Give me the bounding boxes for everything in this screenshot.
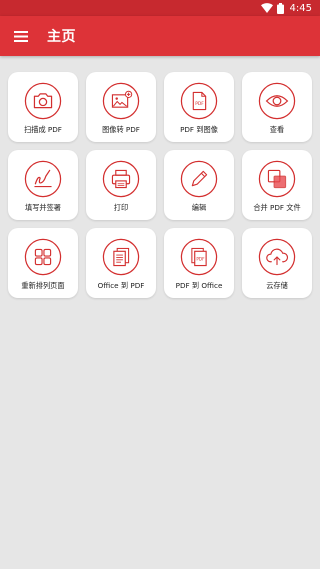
tile-pdf-to-office[interactable]: PDF PDF 到 Office [164, 228, 234, 298]
tile-image-to-pdf[interactable]: 图像转 PDF [86, 72, 156, 142]
tile-fill-and-sign[interactable]: 填写并签署 [8, 150, 78, 220]
hamburger-menu-icon[interactable] [11, 26, 31, 46]
document-icon [102, 238, 140, 276]
grid-icon [24, 238, 62, 276]
printer-icon [102, 160, 140, 198]
tile-label: 合并 PDF 文件 [253, 203, 301, 212]
tile-label: Office 到 PDF [97, 281, 145, 290]
camera-icon [24, 82, 62, 120]
tile-office-to-pdf[interactable]: Office 到 PDF [86, 228, 156, 298]
tile-scan-to-pdf[interactable]: 扫描成 PDF [8, 72, 78, 142]
svg-text:PDF: PDF [196, 256, 205, 261]
tile-label: PDF 到图像 [180, 125, 218, 134]
tile-merge-pdf[interactable]: 合并 PDF 文件 [242, 150, 312, 220]
cloud-upload-icon [258, 238, 296, 276]
tile-label: 图像转 PDF [102, 125, 140, 134]
pdf-stack-icon: PDF [180, 238, 218, 276]
pdf-file-icon: PDF [180, 82, 218, 120]
status-time: 4:45 [289, 2, 312, 14]
tile-view[interactable]: 查看 [242, 72, 312, 142]
tile-print[interactable]: 打印 [86, 150, 156, 220]
svg-text:PDF: PDF [195, 101, 204, 107]
merge-icon [258, 160, 296, 198]
image-add-icon [102, 82, 140, 120]
tile-label: 扫描成 PDF [24, 125, 62, 134]
tile-label: 云存储 [266, 281, 288, 290]
tile-edit[interactable]: 编辑 [164, 150, 234, 220]
tile-reorder-pages[interactable]: 重新排列页面 [8, 228, 78, 298]
tile-label: 查看 [269, 125, 285, 134]
page-title: 主页 [47, 29, 76, 45]
battery-icon [276, 2, 284, 14]
tile-label: 编辑 [191, 203, 207, 212]
tile-label: 填写并签署 [25, 203, 61, 212]
signature-icon [24, 160, 62, 198]
tile-pdf-to-image[interactable]: PDF PDF 到图像 [164, 72, 234, 142]
tile-cloud-storage[interactable]: 云存储 [242, 228, 312, 298]
tile-label: 重新排列页面 [21, 281, 65, 290]
wifi-icon [260, 3, 273, 13]
tile-label: PDF 到 Office [175, 281, 223, 290]
tile-label: 打印 [113, 203, 129, 212]
app-toolbar: 主页 [0, 16, 320, 56]
tool-grid: 扫描成 PDF 图像转 PDF PDF PDF 到图像 查看 填写并签署 打印 … [8, 72, 312, 298]
pencil-icon [180, 160, 218, 198]
eye-icon [258, 82, 296, 120]
status-bar: 4:45 [0, 0, 320, 16]
